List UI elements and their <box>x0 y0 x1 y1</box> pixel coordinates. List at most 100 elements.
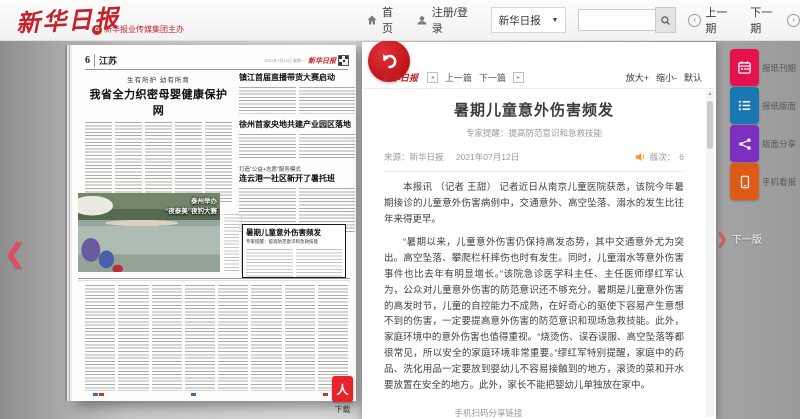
nav-login[interactable]: 注册/登录 <box>416 4 479 36</box>
scroll-up-icon[interactable]: ▲ <box>706 90 714 99</box>
scrollbar-thumb[interactable] <box>707 101 713 149</box>
article-source: 来源：新华日报 <box>384 152 444 162</box>
reader-stage: ❮ 6 江苏 2021年7月12日 星期一 新华日报 生有所护 幼有所育 我省全… <box>0 40 800 419</box>
right-column-articles: 镇江首届直播带货大赛启动 徐州首家央地共建产业园区落地 打造“公益+志愿”服务模… <box>239 72 355 234</box>
paper-select-dropdown[interactable]: 新华日报 ▼ <box>490 7 567 33</box>
fake-text-column <box>251 285 282 391</box>
paragraph: “暑期以来，儿童意外伤害仍保持高发态势，其中交通意外尤为突出。高空坠落、攀爬栏杆… <box>384 237 684 391</box>
paper-select-value: 新华日报 <box>498 14 541 27</box>
prev-issue-button[interactable]: ‹ 上一期 <box>688 4 738 36</box>
qr-block: 手机扫码分享链接 <box>445 407 532 419</box>
bottom-text-columns <box>85 285 348 391</box>
photo-article-headline[interactable]: 泰州举办 “夜泰美”夜钓大赛 <box>143 197 217 217</box>
newspaper-page-header: 6 江苏 2021年7月12日 星期一 新华日报 <box>85 54 349 67</box>
publisher-seal-icon: ✿ <box>92 24 102 35</box>
prev-page-arrow[interactable]: ❮ <box>4 240 26 266</box>
header-rule <box>85 69 348 70</box>
photo-article-text <box>224 214 242 273</box>
column-mark <box>99 393 104 396</box>
fake-text-column <box>239 134 296 159</box>
article-title: 暑期儿童意外伤害频发 <box>453 102 614 119</box>
article-subtitle: 专家提醒：提高防范意识和急救技能 <box>465 128 602 138</box>
rail-button-mobile[interactable] <box>730 163 759 200</box>
rail-label-mobile[interactable]: 手机看报 <box>762 176 796 188</box>
calendar-icon <box>738 61 751 74</box>
article-headline[interactable]: 镇江首届直播带货大赛启动 <box>239 72 355 83</box>
newspaper-masthead-logo: 新华日报 <box>308 55 336 65</box>
fake-text-column <box>118 285 149 391</box>
panel-logo: 新华日报 <box>382 73 419 84</box>
lead-article: 生有所护 幼有所育 我省全力织密母婴健康保护网 <box>85 74 232 204</box>
pdf-icon: 人 <box>332 376 353 402</box>
scrollbar-track[interactable]: ▲ <box>706 90 714 417</box>
next-page-button[interactable]: ❯ 下一版 <box>716 230 762 247</box>
search-input[interactable] <box>578 9 656 31</box>
masthead-qr-icon <box>338 55 349 66</box>
article-text-columns <box>239 134 355 159</box>
section-divider-rule <box>78 278 350 281</box>
paragraph: 本报讯 （记者 王甜） 记者近日从南京儿童医院获悉，该院今年暑期接诊的儿童意外伤… <box>384 182 684 225</box>
article-text-columns <box>239 87 355 114</box>
fake-text-column <box>115 122 142 204</box>
article-headline[interactable]: 连云港一社区新开了暑托班 <box>239 173 355 184</box>
rail-label-share[interactable]: 版面分享 <box>762 138 796 150</box>
fake-text-column <box>85 285 116 391</box>
speaker-icon[interactable] <box>635 152 646 162</box>
rail-button-share[interactable] <box>730 125 759 162</box>
share-icon <box>738 137 751 150</box>
rail-label-issues[interactable]: 报纸刊期 <box>762 62 796 74</box>
prev-article-button[interactable]: 上一篇 <box>445 71 472 84</box>
newspaper-page-preview[interactable]: 6 江苏 2021年7月12日 星期一 新华日报 生有所护 幼有所育 我省全力织… <box>72 45 356 401</box>
lead-headline[interactable]: 我省全力织密母婴健康保护网 <box>85 86 232 118</box>
pdf-download[interactable]: 人 下载 <box>331 376 354 415</box>
article-kicker: 打造“公益+志愿”服务模式 <box>239 167 301 173</box>
article-toolbar: 新华日报 ◂ 上一篇 下一篇 ▸ 放大+ 缩小- 默认 <box>382 68 702 86</box>
page-label: 版次： <box>649 152 676 162</box>
fake-text-column <box>224 214 239 271</box>
phone-icon <box>740 175 749 188</box>
column-mark <box>93 393 98 396</box>
pdf-download-label: 下载 <box>334 405 351 414</box>
next-issue-icon: › <box>787 13 800 27</box>
zoom-in-button[interactable]: 放大+ <box>626 71 649 84</box>
highlighted-article-text <box>246 249 342 277</box>
fake-text-column <box>85 122 112 204</box>
photo-headline-line1: 泰州举办 <box>191 198 217 205</box>
zoom-out-button[interactable]: 缩小- <box>656 71 677 84</box>
search-button[interactable] <box>655 7 677 33</box>
prev-issue-icon: ‹ <box>688 13 702 27</box>
next-page-arrow-icon: ❯ <box>716 230 728 246</box>
lead-text-columns <box>85 122 232 204</box>
newspaper-date: 2021年7月12日 星期一 <box>264 57 305 63</box>
search-icon <box>661 15 671 25</box>
fake-text-column <box>284 285 315 391</box>
zoom-reset-button[interactable]: 默认 <box>684 71 702 84</box>
newspaper-masthead: 2021年7月12日 星期一 新华日报 <box>264 55 349 66</box>
fake-text-column <box>298 87 355 114</box>
nav-home[interactable]: 首页 <box>366 4 404 36</box>
page-number: 6 <box>85 55 90 66</box>
article-content: 暑期儿童意外伤害频发 专家提醒：提高防范意识和急救技能 来源：新华日报 2021… <box>362 89 706 419</box>
nav-home-label: 首页 <box>381 7 393 35</box>
prev-article-icon[interactable]: ◂ <box>427 71 439 83</box>
article-body: 本报讯 （记者 王甜） 记者近日从南京儿童医院获悉，该院今年暑期接诊的儿童意外伤… <box>384 180 684 393</box>
fake-text-column <box>175 122 202 204</box>
user-icon <box>417 16 427 25</box>
rail-button-pages[interactable] <box>730 87 759 124</box>
highlighted-article-title: 暑期儿童意外伤害频发 <box>246 228 321 237</box>
article-headline[interactable]: 徐州首家央地共建产业园区落地 <box>239 119 355 130</box>
search-box <box>578 7 677 33</box>
site-logo-subtitle: ✿ 新华报业传媒集团主办 <box>92 24 184 35</box>
next-article-button[interactable]: 下一篇 <box>479 71 506 84</box>
column-mark <box>191 393 196 396</box>
rail-label-pages[interactable]: 报纸版面 <box>762 100 796 112</box>
next-article-icon[interactable]: ▸ <box>513 71 525 83</box>
next-issue-button[interactable]: 下一期 › <box>750 4 800 36</box>
fake-text-column <box>205 122 232 204</box>
section-name: 江苏 <box>94 54 117 67</box>
highlighted-article-box[interactable]: 暑期儿童意外伤害频发 专家提醒：提高防范意识和急救技能 <box>242 224 346 278</box>
highlighted-article-subtitle: 专家提醒：提高防范意识和急救技能 <box>246 239 318 244</box>
next-issue-label: 下一期 <box>750 7 773 35</box>
top-navigation: 首页 注册/登录 新华日报 ▼ ‹ 上一期 下一期 › <box>366 0 800 40</box>
rail-button-issues[interactable] <box>730 49 759 86</box>
